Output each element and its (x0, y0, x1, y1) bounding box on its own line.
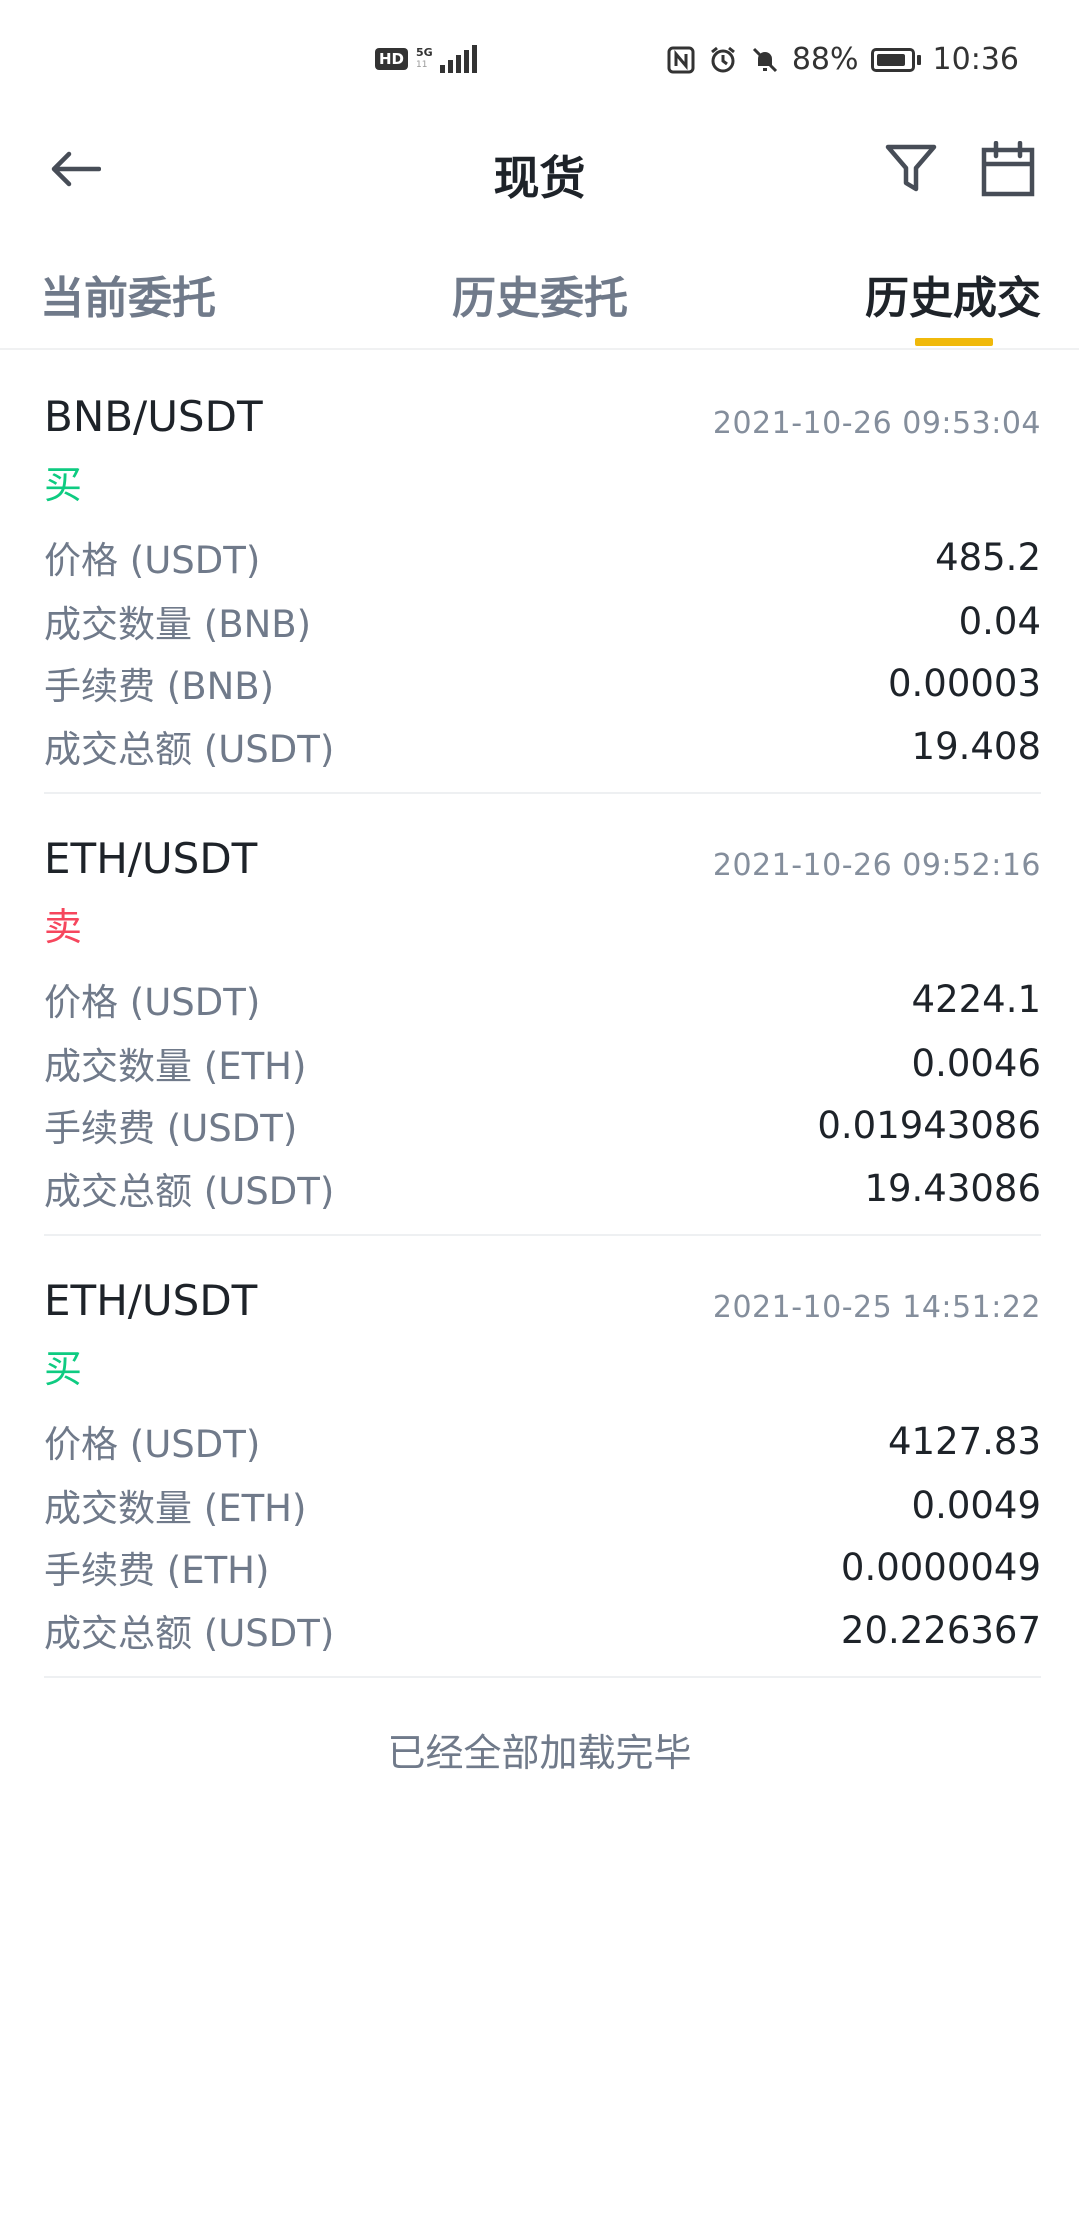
tab-open-orders[interactable]: 当前委托 (40, 262, 216, 326)
status-right: 88% 10:36 (666, 42, 1019, 77)
trade-detail-row: 手续费 (USDT) 0.01943086 (44, 1100, 1041, 1151)
battery-percent: 88% (791, 42, 859, 77)
tab-trade-history[interactable]: 历史成交 (865, 262, 1041, 326)
trade-card[interactable]: BNB/USDT 2021-10-26 09:53:04 买 价格 (USDT) 4… (44, 380, 1041, 794)
trade-detail-row: 价格 (USDT) 4224.1 (44, 974, 1041, 1025)
network-label: 5G (416, 46, 433, 59)
trade-time: 2021-10-26 09:53:04 (712, 406, 1041, 441)
detail-value: 0.0046 (911, 1041, 1041, 1085)
network-type: 5G 11 (416, 44, 433, 74)
tab-bar: 当前委托 历史委托 历史成交 (0, 250, 1079, 350)
trade-detail-row: 手续费 (ETH) 0.0000049 (44, 1542, 1041, 1593)
detail-value: 19.408 (911, 724, 1041, 768)
detail-label: 成交数量 (BNB) (44, 603, 312, 646)
detail-value: 485.2 (935, 535, 1041, 579)
trade-detail-row: 成交总额 (USDT) 19.43086 (44, 1163, 1041, 1214)
trade-side: 卖 (44, 905, 83, 949)
trade-detail-row: 成交总额 (USDT) 19.408 (44, 721, 1041, 772)
trade-time: 2021-10-26 09:52:16 (712, 848, 1041, 883)
trade-side: 买 (44, 1347, 83, 1391)
trade-time: 2021-10-25 14:51:22 (712, 1290, 1041, 1325)
detail-label: 价格 (USDT) (44, 539, 261, 582)
battery-icon (870, 47, 921, 72)
clock: 10:36 (932, 42, 1019, 77)
detail-label: 成交总额 (USDT) (44, 1170, 335, 1213)
detail-value: 19.43086 (864, 1166, 1041, 1210)
trade-detail-row: 成交数量 (BNB) 0.04 (44, 596, 1041, 647)
detail-label: 价格 (USDT) (44, 1423, 261, 1466)
detail-label: 手续费 (BNB) (44, 665, 275, 708)
detail-value: 0.0049 (911, 1483, 1041, 1527)
detail-label: 手续费 (ETH) (44, 1549, 270, 1592)
detail-value: 0.00003 (887, 661, 1041, 705)
trade-pair: BNB/USDT (44, 392, 263, 441)
trade-side: 买 (44, 463, 83, 507)
detail-value: 20.226367 (840, 1608, 1041, 1652)
calendar-icon (981, 141, 1035, 197)
mute-icon (752, 47, 777, 72)
trade-detail-row: 价格 (USDT) 4127.83 (44, 1416, 1041, 1467)
load-complete-note: 已经全部加载完毕 (387, 1731, 692, 1775)
status-bar: HD 5G 11 88% 10:36 (0, 0, 1079, 130)
trade-list: BNB/USDT 2021-10-26 09:53:04 买 价格 (USDT) 4… (44, 380, 1041, 1678)
hd-badge: HD (375, 48, 409, 70)
battery-fill (876, 53, 905, 66)
header: 现货 (0, 120, 1079, 220)
detail-value: 0.0000049 (840, 1545, 1041, 1589)
filter-icon (885, 144, 937, 192)
detail-value: 0.01943086 (817, 1103, 1041, 1147)
nfc-icon (667, 46, 695, 73)
tab-order-history[interactable]: 历史委托 (452, 262, 628, 326)
trade-detail-row: 成交数量 (ETH) 0.0046 (44, 1038, 1041, 1089)
detail-label: 成交数量 (ETH) (44, 1487, 307, 1530)
detail-label: 成交数量 (ETH) (44, 1045, 307, 1088)
alarm-icon (710, 46, 735, 72)
trade-card[interactable]: ETH/USDT 2021-10-26 09:52:16 卖 价格 (USDT) 4… (44, 794, 1041, 1236)
trade-card[interactable]: ETH/USDT 2021-10-25 14:51:22 买 价格 (USDT) 4… (44, 1236, 1041, 1678)
detail-value: 0.04 (958, 599, 1041, 643)
filter-button[interactable] (876, 134, 946, 204)
detail-value: 4127.83 (887, 1419, 1041, 1463)
trade-detail-row: 成交总额 (USDT) 20.226367 (44, 1605, 1041, 1656)
signal-icon (440, 45, 478, 73)
trade-pair: ETH/USDT (44, 1276, 258, 1325)
tab-active-indicator (915, 338, 993, 346)
detail-label: 手续费 (USDT) (44, 1107, 298, 1150)
network-sub-label: 11 (416, 60, 428, 70)
detail-label: 成交总额 (USDT) (44, 728, 335, 771)
status-left: HD 5G 11 (375, 44, 478, 74)
trade-detail-row: 价格 (USDT) 485.2 (44, 532, 1041, 583)
detail-label: 价格 (USDT) (44, 981, 261, 1024)
trade-pair: ETH/USDT (44, 834, 258, 883)
trade-detail-row: 手续费 (BNB) 0.00003 (44, 658, 1041, 709)
detail-label: 成交总额 (USDT) (44, 1612, 335, 1655)
calendar-button[interactable] (973, 134, 1043, 204)
trade-detail-row: 成交数量 (ETH) 0.0049 (44, 1480, 1041, 1531)
detail-value: 4224.1 (911, 977, 1041, 1021)
